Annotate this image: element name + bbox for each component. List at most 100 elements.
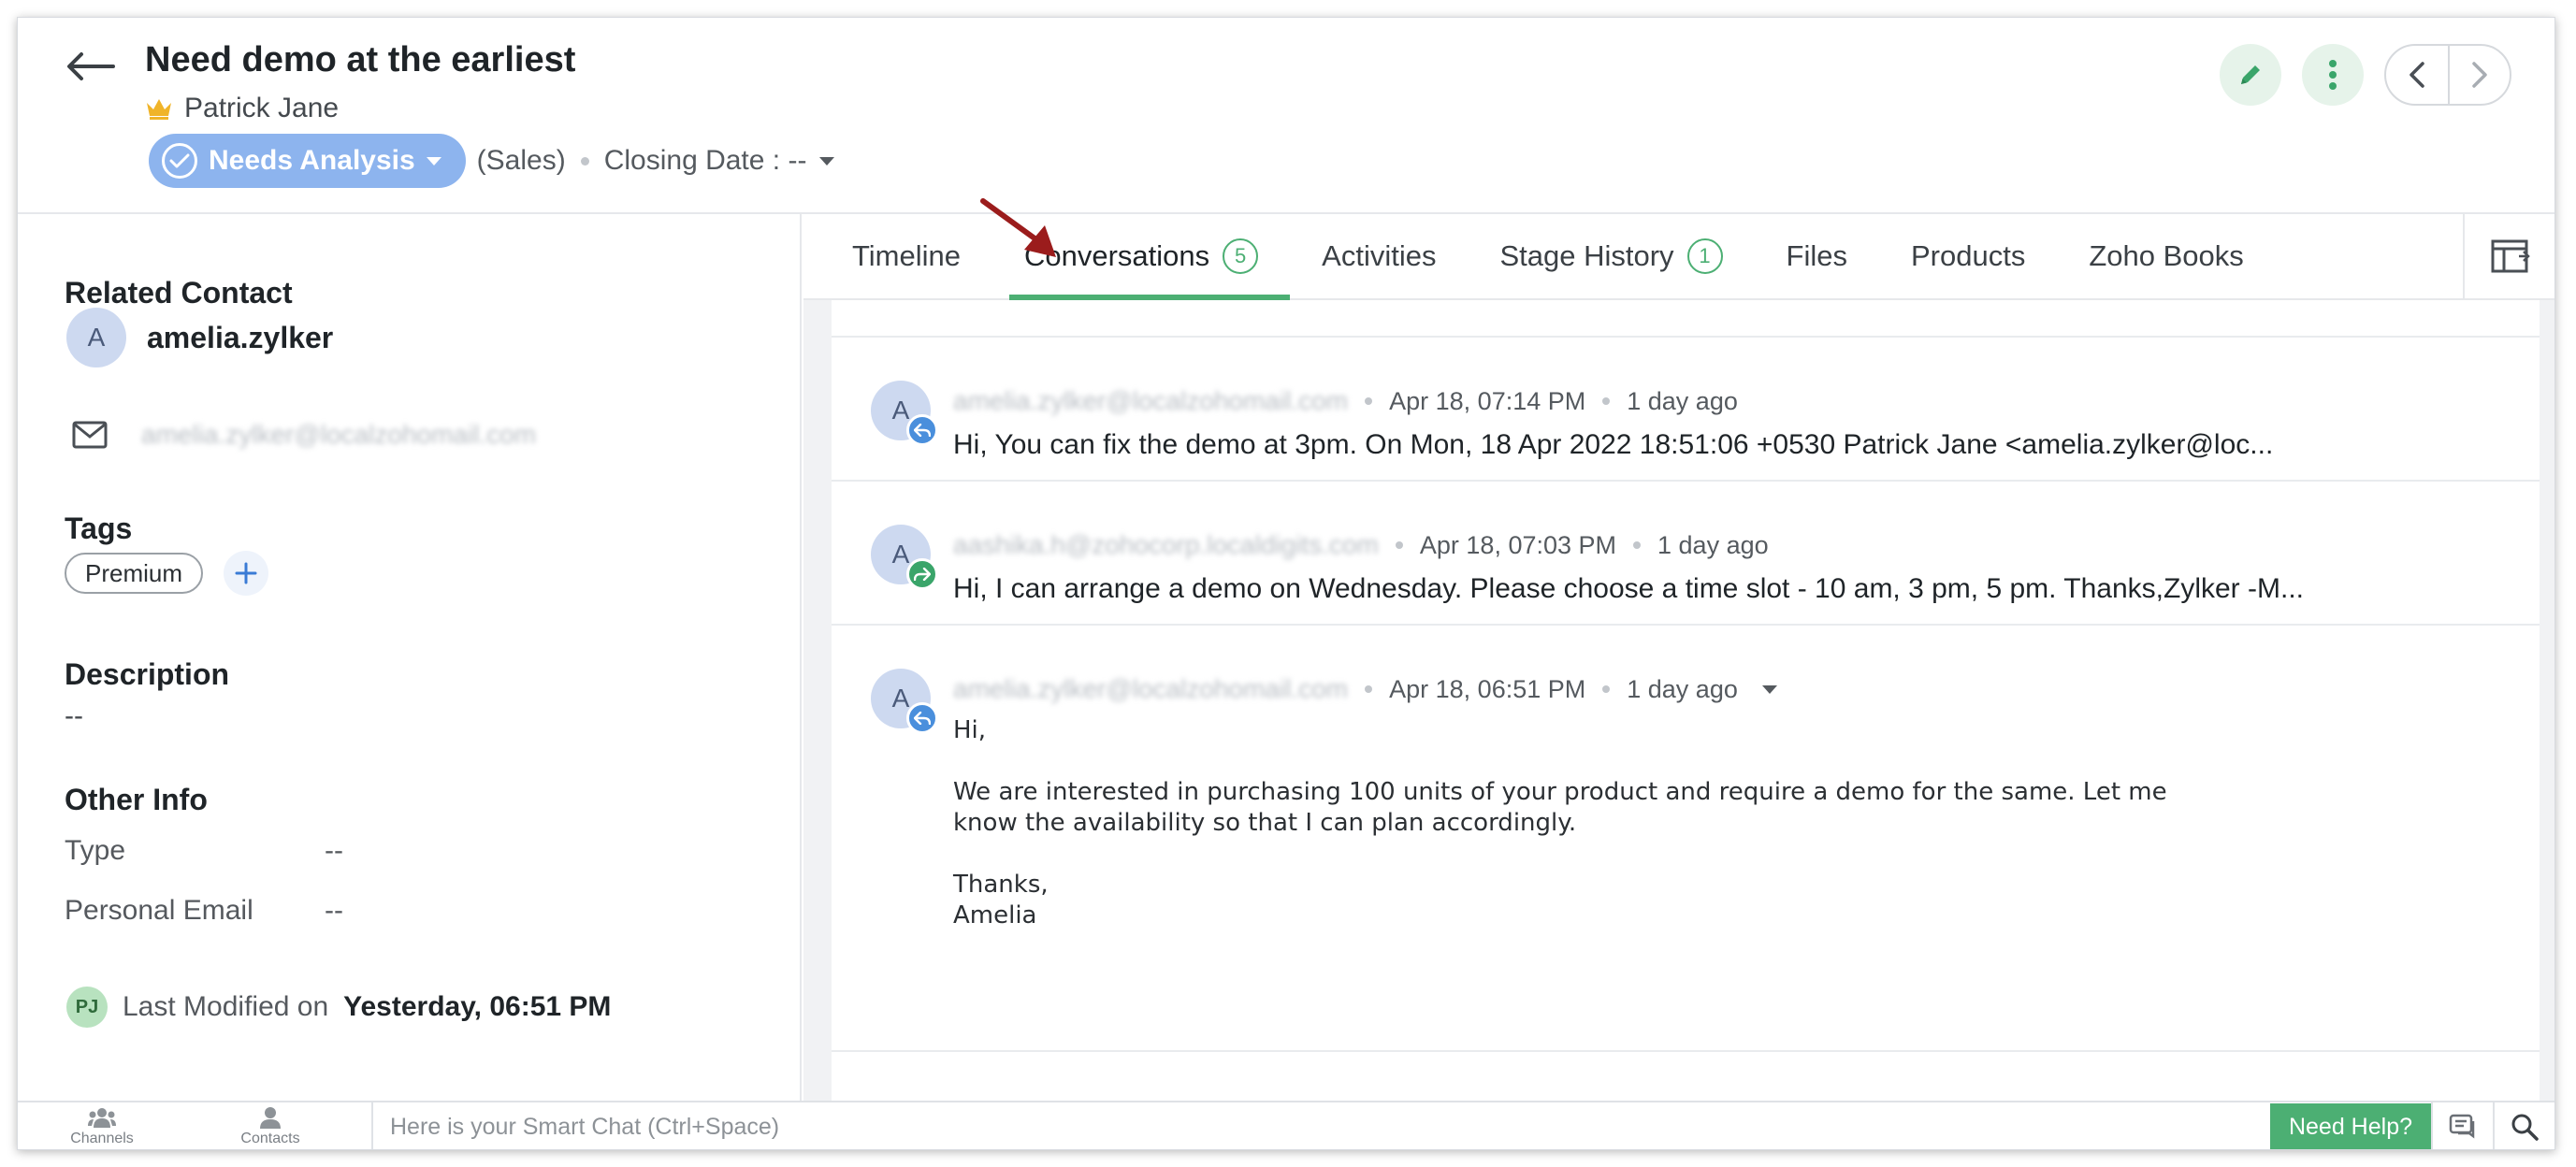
record-navigation [2384,44,2511,106]
bottom-bar: Channels Contacts Here is your Smart Cha… [18,1101,2554,1149]
caret-down-icon [819,156,835,166]
sender-email[interactable]: amelia.zylker@localzohomail.com [953,674,1348,704]
layout-toggle-button[interactable] [2463,214,2554,298]
sender-email[interactable]: aashika.h@zohocorp.localdigits.com [953,530,1379,560]
owner-name[interactable]: Patrick Jane [184,93,339,124]
panel-layout-icon [2491,239,2530,273]
crown-icon [147,99,171,120]
chat-history-button[interactable] [2431,1102,2493,1149]
add-tag-button[interactable] [224,551,269,596]
separator-dot [1602,397,1611,405]
avatar: A [871,525,938,590]
tab-activities[interactable]: Activities [1290,214,1468,298]
arrow-left-icon [67,52,115,80]
contact-email[interactable]: amelia.zylker@localzohomail.com [141,420,536,450]
reply-icon [906,414,938,446]
mail-signature: Amelia [953,901,1037,929]
annotation-arrow-icon [980,198,1056,257]
search-button[interactable] [2493,1102,2554,1149]
separator-dot [1365,685,1373,693]
chevron-left-icon [2410,62,2424,88]
plus-icon [235,562,257,584]
avatar-initial: A [891,396,910,425]
last-modified: PJ Last Modified on Yesterday, 06:51 PM [66,987,611,1028]
previous-record-button[interactable] [2386,46,2448,104]
stage-row: Needs Analysis (Sales) Closing Date : -- [149,134,835,188]
search-icon [2511,1114,2539,1141]
check-circle-icon [162,143,197,179]
mail-date: Apr 18, 06:51 PM [1389,674,1586,703]
tag-premium[interactable]: Premium [65,553,204,594]
contacts-button[interactable]: Contacts [186,1102,355,1149]
chevron-right-icon [2472,62,2487,88]
contact-email-row: amelia.zylker@localzohomail.com [72,420,536,450]
tab-products[interactable]: Products [1879,214,2057,298]
mail-line: know the availability so that I can plan… [953,809,1577,837]
type-value: -- [325,835,343,866]
list-item[interactable] [832,300,2540,338]
deal-title: Need demo at the earliest [145,40,576,79]
users-group-icon [88,1108,116,1128]
forward-icon [906,558,938,590]
description-value: -- [65,700,83,731]
list-item[interactable]: A amelia.zylker@localzohomail.com Apr 18… [832,338,2540,482]
channels-button[interactable]: Channels [18,1102,186,1149]
mail-line: We are interested in purchasing 100 unit… [953,778,2167,806]
last-modified-value: Yesterday, 06:51 PM [343,991,612,1022]
closing-date-dropdown[interactable]: Closing Date : -- [604,145,835,177]
contact-name[interactable]: amelia.zylker [147,321,333,355]
smart-chat-input[interactable]: Here is your Smart Chat (Ctrl+Space) [371,1102,2270,1149]
tab-files[interactable]: Files [1755,214,1879,298]
avatar-initial: A [891,684,910,713]
tab-stage-history[interactable]: Stage History 1 [1468,214,1754,298]
tab-label: Zoho Books [2089,239,2244,272]
reply-icon [906,702,938,734]
type-label: Type [65,835,126,866]
tab-timeline[interactable]: Timeline [820,214,992,298]
mail-snippet[interactable]: Hi, I can arrange a demo on Wednesday. P… [953,573,2304,605]
user-icon [260,1107,281,1129]
more-options-button[interactable] [2302,44,2364,106]
details-panel: Related Contact A amelia.zylker amelia.z… [18,214,802,1101]
mail-meta: aashika.h@zohocorp.localdigits.com Apr 1… [953,530,1769,560]
mail-ago: 1 day ago [1657,530,1769,559]
record-header: Need demo at the earliest Patrick Jane N… [18,18,2554,214]
tags-row: Premium [65,551,269,596]
header-actions [2220,44,2511,106]
contacts-label: Contacts [240,1131,300,1146]
personal-email-label: Personal Email [65,895,253,926]
caret-down-icon [1761,684,1777,694]
personal-email-value: -- [325,895,343,926]
mail-meta: amelia.zylker@localzohomail.com Apr 18, … [953,674,1777,704]
avatar: A [871,669,938,734]
list-item[interactable]: A aashika.h@zohocorp.localdigits.com Apr… [832,482,2540,626]
channels-label: Channels [70,1131,134,1146]
mail-snippet[interactable]: Hi, You can fix the demo at 3pm. On Mon,… [953,429,2273,461]
avatar: A [871,381,938,446]
mail-body: Hi, We are interested in purchasing 100 … [953,715,2263,931]
list-item[interactable]: A amelia.zylker@localzohomail.com Apr 18… [832,626,2540,1052]
stage-dropdown[interactable]: Needs Analysis [149,134,466,188]
related-list-panel: Timeline Conversations 5 Activities Stag… [803,214,2554,1101]
separator-dot [1602,685,1611,693]
stage-label: Needs Analysis [209,145,415,176]
separator-dot [580,156,589,166]
expand-details-button[interactable] [1761,684,1777,694]
related-contact[interactable]: A amelia.zylker [66,308,333,367]
separator-dot [1633,541,1642,549]
pipeline-label: (Sales) [476,145,566,176]
back-button[interactable] [61,36,121,96]
sender-email[interactable]: amelia.zylker@localzohomail.com [953,386,1348,416]
tags-title: Tags [65,511,133,545]
next-record-button[interactable] [2448,46,2510,104]
edit-button[interactable] [2220,44,2281,106]
avatar-initial: A [891,540,910,569]
mail-ago: 1 day ago [1627,674,1738,703]
separator-dot [1365,397,1373,405]
need-help-button[interactable]: Need Help? [2269,1103,2431,1149]
tab-label: Timeline [852,239,961,272]
tab-zoho-books[interactable]: Zoho Books [2057,214,2275,298]
avatar: PJ [66,987,108,1028]
pencil-icon [2241,65,2260,84]
app-window: Need demo at the earliest Patrick Jane N… [17,17,2555,1150]
